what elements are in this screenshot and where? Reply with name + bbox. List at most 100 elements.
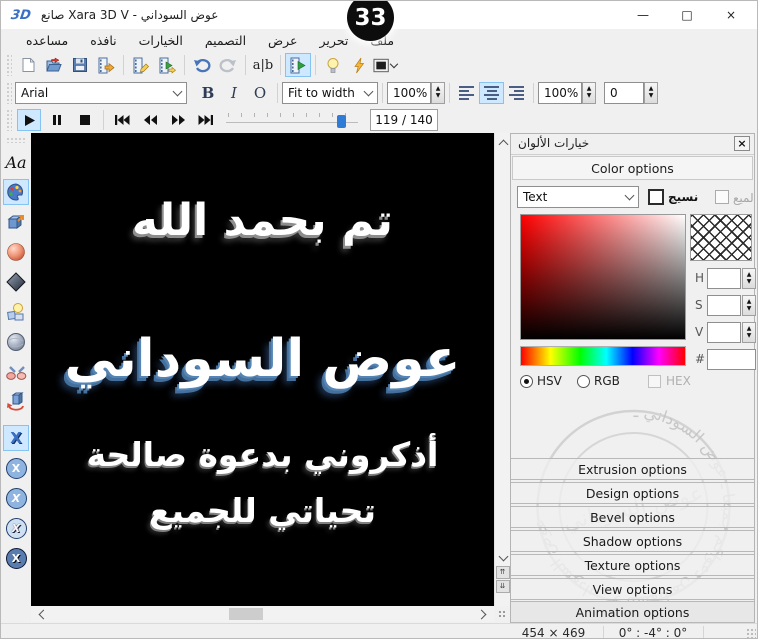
- display-quality-button[interactable]: [372, 53, 398, 77]
- text-options-tool[interactable]: Aa: [3, 149, 29, 175]
- style-plain-tool[interactable]: X: [3, 425, 29, 451]
- new-document-button[interactable]: [15, 53, 41, 77]
- shadow-options-button[interactable]: Shadow options: [511, 530, 754, 552]
- design-options-tool[interactable]: [3, 359, 29, 385]
- align-left-button[interactable]: [454, 82, 479, 104]
- menu-help[interactable]: مساعده: [15, 31, 79, 50]
- toolbar-grip[interactable]: [6, 54, 12, 76]
- view-options-tool[interactable]: [3, 329, 29, 355]
- scroll-down-button[interactable]: [495, 549, 511, 565]
- scroll-left-button[interactable]: [34, 606, 50, 622]
- rgb-radio[interactable]: [577, 375, 590, 388]
- vertical-scrollbar[interactable]: ⇈ ⇊: [494, 133, 510, 606]
- extrusion-options-button[interactable]: Extrusion options: [511, 458, 754, 480]
- export-animation-button[interactable]: [93, 53, 119, 77]
- s-stepper[interactable]: ▲▼: [742, 295, 756, 316]
- bevel-options-button[interactable]: Bevel options: [511, 506, 754, 528]
- design-canvas[interactable]: تم بحمد الله عوض السوداني أذكروني بدعوة …: [31, 133, 494, 606]
- open-button[interactable]: [41, 53, 67, 77]
- toolbar-grip[interactable]: [6, 137, 26, 143]
- page-down-button[interactable]: ⇊: [496, 580, 510, 593]
- line-spacing-input[interactable]: 100%: [538, 82, 582, 104]
- menu-edit[interactable]: تحرير: [309, 31, 360, 50]
- page-up-button[interactable]: ⇈: [496, 566, 510, 579]
- style-bold-tool[interactable]: X: [3, 545, 29, 571]
- save-button[interactable]: [67, 53, 93, 77]
- scale-stepper[interactable]: ▲ ▼: [431, 82, 445, 104]
- hex-input[interactable]: [707, 349, 756, 370]
- h-stepper[interactable]: ▲▼: [742, 268, 756, 289]
- play-button[interactable]: [17, 109, 41, 131]
- h-input[interactable]: [707, 268, 741, 289]
- go-to-end-button[interactable]: [194, 109, 218, 131]
- menu-design[interactable]: التصميم: [194, 31, 257, 50]
- style-italic-tool[interactable]: X: [3, 485, 29, 511]
- close-button[interactable]: ×: [709, 2, 753, 28]
- color-target-select[interactable]: Text: [517, 186, 639, 208]
- s-input[interactable]: [707, 295, 741, 316]
- options-toolbar: Aa X X X: [1, 133, 31, 623]
- pause-button[interactable]: [45, 109, 69, 131]
- align-center-button[interactable]: [479, 82, 504, 104]
- render-button[interactable]: [346, 53, 372, 77]
- resize-grip[interactable]: [746, 628, 756, 638]
- saturation-value-picker[interactable]: [520, 214, 686, 340]
- v-input[interactable]: [707, 322, 741, 343]
- edit-animation-button[interactable]: [128, 53, 154, 77]
- minimize-button[interactable]: —: [621, 2, 665, 28]
- size-mode-select[interactable]: Fit to width: [282, 82, 378, 104]
- lighting-button[interactable]: [320, 53, 346, 77]
- align-right-button[interactable]: [504, 82, 529, 104]
- menu-options[interactable]: الخيارات: [128, 31, 194, 50]
- scale-input[interactable]: 100%: [387, 82, 431, 104]
- transparent-swatch[interactable]: [690, 214, 752, 261]
- text-edit-button[interactable]: a|b: [250, 53, 276, 77]
- style-outline-tool[interactable]: X: [3, 515, 29, 541]
- toolbar-grip[interactable]: [6, 109, 12, 131]
- baseline-offset-input[interactable]: 0: [604, 82, 644, 104]
- menu-window[interactable]: نافذه: [79, 31, 127, 50]
- stop-button[interactable]: [73, 109, 97, 131]
- style-circle-tool[interactable]: X: [3, 455, 29, 481]
- outline-button[interactable]: O: [247, 81, 273, 105]
- gloss-checkbox: [715, 190, 729, 204]
- double-up-icon: ⇈: [500, 570, 506, 576]
- go-to-start-button[interactable]: [110, 109, 134, 131]
- slider-thumb[interactable]: [337, 115, 346, 128]
- panel-title-bar[interactable]: خيارات الألوان ×: [511, 134, 754, 155]
- fast-forward-button[interactable]: [166, 109, 190, 131]
- hsv-radio[interactable]: [520, 375, 533, 388]
- play-animation-toggle[interactable]: [285, 53, 311, 77]
- maximize-button[interactable]: □: [665, 2, 709, 28]
- bold-button[interactable]: B: [195, 81, 221, 105]
- extrusion-options-tool[interactable]: [3, 209, 29, 235]
- animation-options-button[interactable]: Animation options: [511, 601, 754, 623]
- run-animation-button[interactable]: [154, 53, 180, 77]
- hue-bar[interactable]: [520, 346, 686, 366]
- texture-checkbox[interactable]: [648, 189, 664, 205]
- scroll-right-button[interactable]: [475, 606, 491, 622]
- redo-button[interactable]: [215, 53, 241, 77]
- texture-options-button[interactable]: Texture options: [511, 554, 754, 576]
- undo-button[interactable]: [189, 53, 215, 77]
- view-options-button[interactable]: View options: [511, 578, 754, 600]
- line-spacing-stepper[interactable]: ▲ ▼: [582, 82, 596, 104]
- v-stepper[interactable]: ▲▼: [742, 322, 756, 343]
- panel-close-button[interactable]: ×: [734, 136, 750, 151]
- menu-view[interactable]: عرض: [257, 31, 308, 50]
- rewind-button[interactable]: [138, 109, 162, 131]
- font-select[interactable]: Arial: [15, 82, 187, 104]
- shadow-options-tool[interactable]: [3, 269, 29, 295]
- frame-slider[interactable]: [226, 110, 358, 130]
- color-options-header[interactable]: Color options: [512, 156, 753, 180]
- toolbar-grip[interactable]: [6, 82, 12, 104]
- texture-options-tool[interactable]: [3, 299, 29, 325]
- bevel-options-tool[interactable]: [3, 239, 29, 265]
- baseline-offset-stepper[interactable]: ▲ ▼: [644, 82, 658, 104]
- italic-button[interactable]: I: [221, 81, 247, 105]
- horizontal-scroll-thumb[interactable]: [229, 608, 263, 620]
- color-options-tool[interactable]: [3, 179, 29, 205]
- scroll-up-button[interactable]: [495, 135, 511, 151]
- design-options-button[interactable]: Design options: [511, 482, 754, 504]
- animation-options-tool[interactable]: [3, 389, 29, 415]
